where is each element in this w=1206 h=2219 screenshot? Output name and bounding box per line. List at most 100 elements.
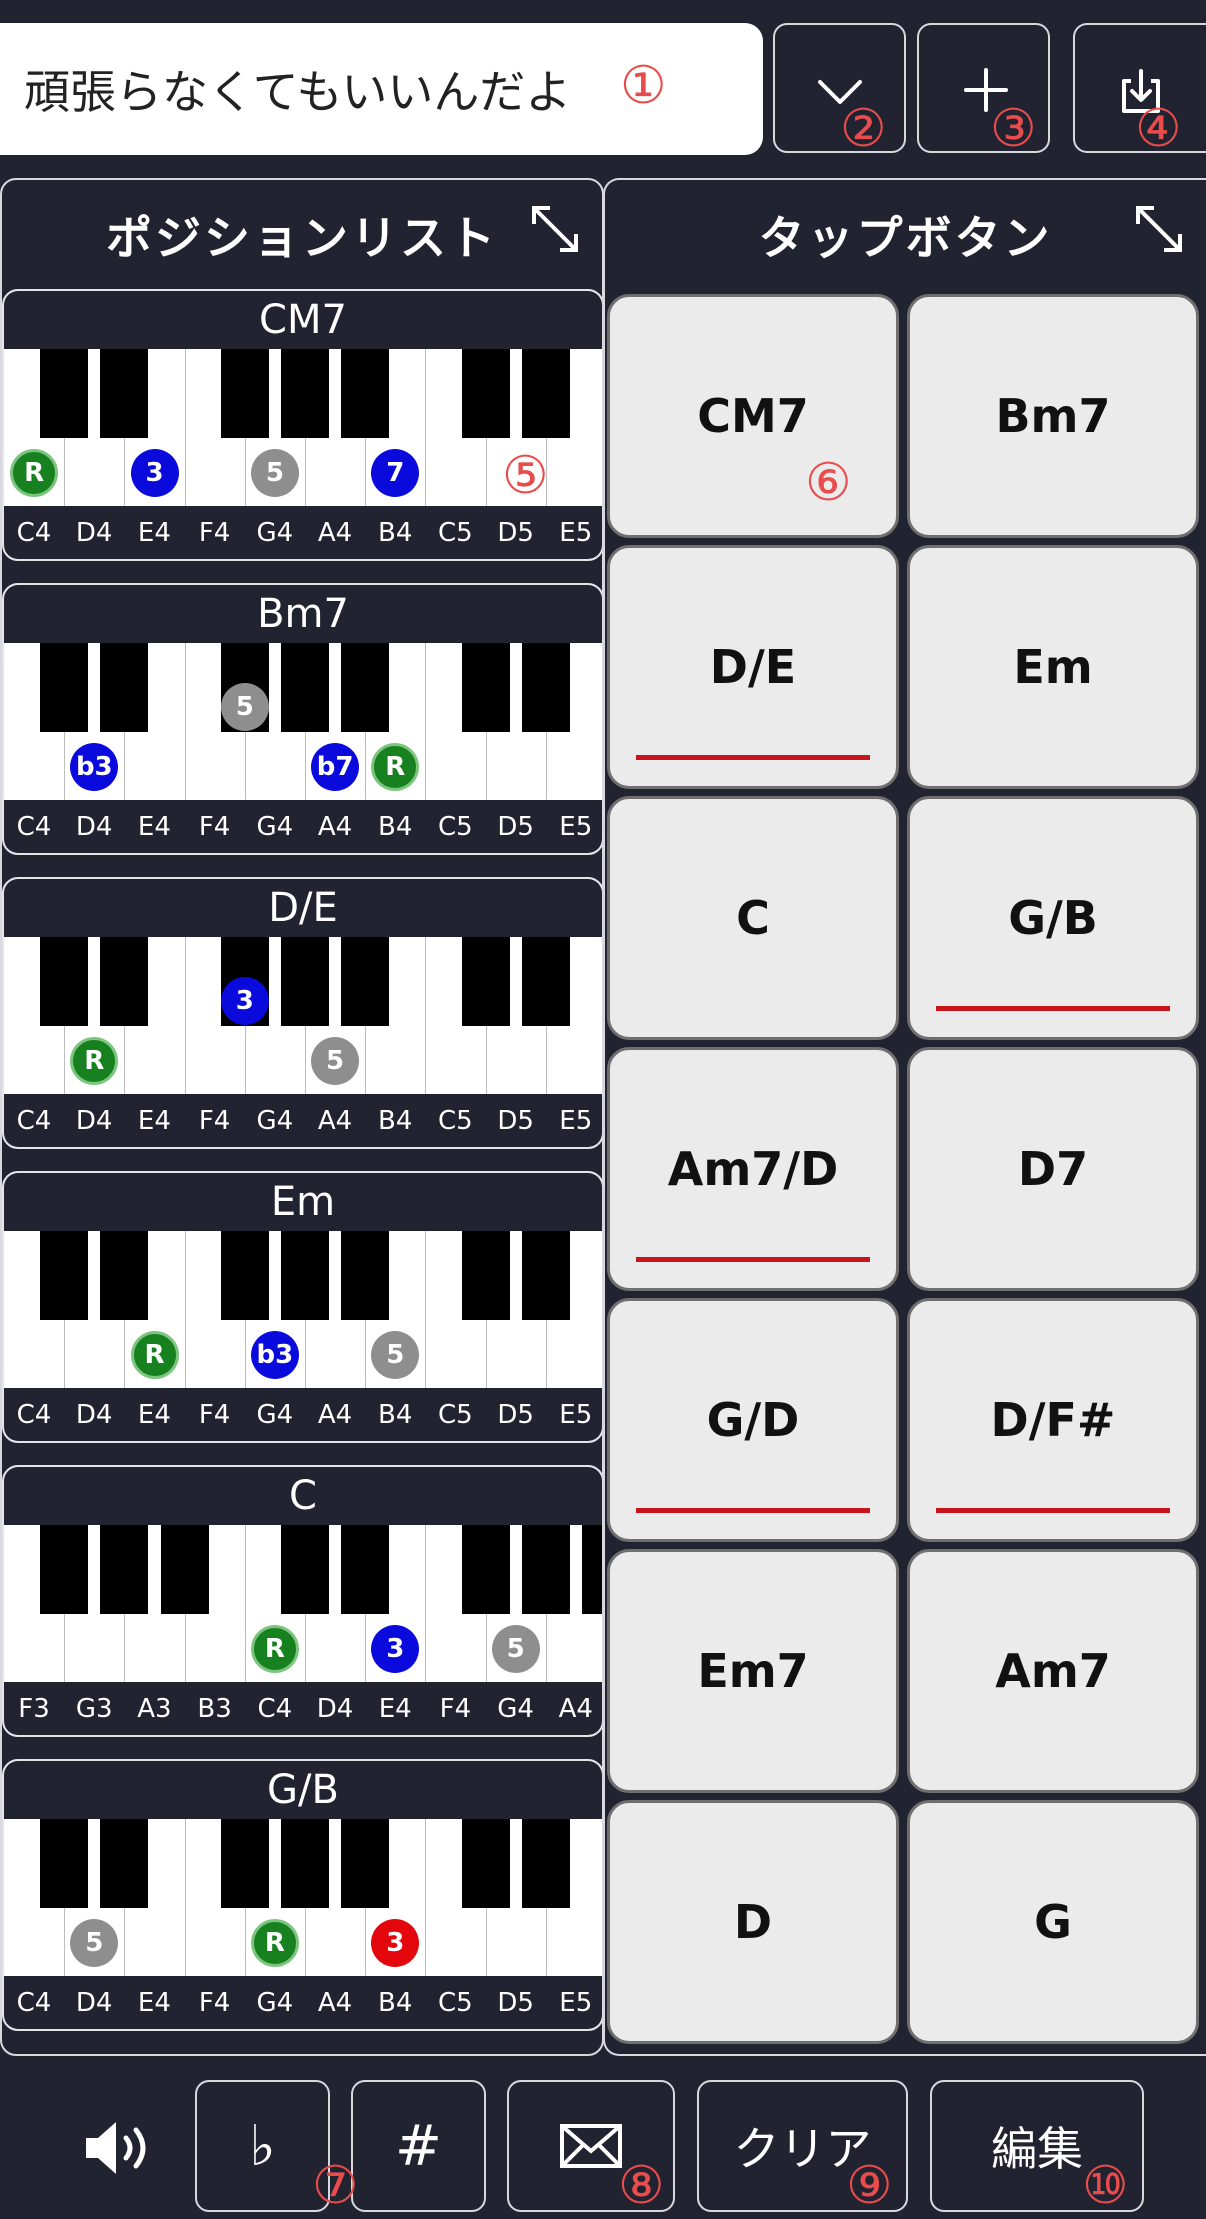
tap-button[interactable]: G	[907, 1800, 1199, 2044]
edit-button[interactable]: 編集	[930, 2080, 1144, 2212]
black-key	[341, 349, 390, 438]
note-label: B4	[377, 1400, 413, 1430]
note-label: F4	[198, 1106, 231, 1136]
white-key-divider	[425, 937, 427, 1094]
expand-arrows-icon[interactable]	[1132, 202, 1186, 256]
note-label: A4	[317, 812, 353, 842]
note-label: C4	[16, 1988, 52, 2018]
white-key-divider	[425, 349, 427, 506]
black-key	[341, 937, 390, 1026]
black-key	[100, 1525, 149, 1614]
piano-keyboard: R 3 5 7	[4, 349, 602, 506]
note-label: D4	[75, 1106, 113, 1136]
chord-card[interactable]: D/E R 3 5 C4 D4 E4 F4 G4 A4 B4 C5 D5 E5	[2, 877, 602, 1149]
tap-button[interactable]: Am7/D	[607, 1047, 899, 1291]
save-download-icon	[1122, 69, 1160, 113]
black-key	[521, 349, 570, 438]
note-label-row: C4 D4 E4 F4 G4 A4 B4 C5 D5 E5	[4, 506, 602, 559]
song-title-text: 頑張らなくてもいいんだよ	[24, 65, 572, 119]
black-key	[281, 1819, 329, 1908]
white-key-divider	[425, 1525, 427, 1682]
tap-button-label: C	[736, 891, 770, 945]
tap-button[interactable]: D7	[907, 1047, 1199, 1291]
black-key	[40, 937, 89, 1026]
black-key	[521, 643, 570, 732]
tap-button-underline	[636, 755, 870, 760]
speaker-volume-icon[interactable]	[82, 2118, 158, 2178]
note-label: G3	[75, 1694, 113, 1724]
black-key	[220, 1231, 269, 1320]
piano-keyboard: Rb3 5	[4, 1231, 602, 1388]
tap-button[interactable]: D/F#	[907, 1298, 1199, 1542]
tap-button-label: Bm7	[995, 389, 1111, 443]
black-key	[461, 643, 510, 732]
tap-button[interactable]: C	[607, 796, 899, 1040]
note-dot: R	[10, 449, 59, 497]
white-key-divider	[184, 349, 186, 506]
note-dot: R	[70, 1037, 119, 1085]
black-key	[461, 1231, 510, 1320]
dropdown-button[interactable]	[773, 23, 906, 153]
tap-button-label: Am7	[995, 1644, 1111, 1698]
white-key-divider	[184, 1231, 186, 1388]
note-label: A4	[317, 1988, 353, 2018]
chord-card[interactable]: Em Rb3 5 C4 D4 E4 F4 G4 A4 B4 C5 D5 E5	[2, 1171, 602, 1443]
tap-button[interactable]: G/D	[607, 1298, 899, 1542]
black-key	[341, 1525, 390, 1614]
flat-button[interactable]: ♭	[195, 2080, 330, 2212]
mail-button[interactable]	[507, 2080, 675, 2212]
black-key	[521, 1525, 570, 1614]
note-dot: 5	[70, 1919, 119, 1967]
note-label: C4	[16, 1400, 52, 1430]
note-label: B4	[377, 812, 413, 842]
note-label: C5	[438, 1106, 473, 1136]
note-dot: 3	[371, 1625, 420, 1673]
note-label: C5	[438, 1400, 473, 1430]
note-label: E5	[559, 812, 593, 842]
sharp-button[interactable]: #	[351, 2080, 486, 2212]
tap-button-underline	[636, 1508, 870, 1513]
save-button[interactable]	[1073, 23, 1206, 153]
tap-button-label: D	[733, 1895, 773, 1949]
add-button[interactable]	[917, 23, 1050, 153]
chord-card[interactable]: CM7 R 3 5 7 C4 D4 E4 F4 G4 A4 B4 C5 D5 E5	[2, 289, 602, 561]
expand-arrows-icon[interactable]	[528, 202, 582, 256]
note-label: G4	[256, 812, 294, 842]
tap-button[interactable]: D	[607, 1800, 899, 2044]
chord-card[interactable]: Bm7 b3 5 b7 R C4 D4 E4 F4 G4 A4 B4 C5 D5 E5	[2, 583, 602, 855]
note-dot: 3	[371, 1919, 420, 1967]
note-label: G4	[256, 1106, 294, 1136]
tap-button[interactable]: Am7	[907, 1549, 1199, 1793]
note-label: A4	[317, 1400, 353, 1430]
note-label: E4	[137, 1400, 171, 1430]
tap-button[interactable]: Bm7	[907, 294, 1199, 538]
chord-card-title: D/E	[4, 879, 602, 937]
tap-button[interactable]: Em	[907, 545, 1199, 789]
note-label: F4	[198, 518, 231, 548]
black-key	[281, 937, 329, 1026]
note-dot: 5	[371, 1331, 420, 1379]
note-label: C4	[16, 1106, 52, 1136]
black-key	[582, 1525, 602, 1614]
note-label: B4	[377, 518, 413, 548]
tap-button[interactable]: G/B	[907, 796, 1199, 1040]
tap-button[interactable]: CM7	[607, 294, 899, 538]
tap-button-label: G/D	[706, 1393, 800, 1447]
note-label: E5	[559, 1400, 593, 1430]
chord-card[interactable]: C R 3 5 F3 G3 A3 B3 C4 D4 E4 F4 G4 A4	[2, 1465, 602, 1737]
song-title-field[interactable]: 頑張らなくてもいいんだよ	[0, 23, 763, 155]
clear-button[interactable]: クリア	[697, 2080, 908, 2212]
black-key	[461, 349, 510, 438]
tap-button[interactable]: Em7	[607, 1549, 899, 1793]
black-key	[100, 349, 149, 438]
note-label-row: C4 D4 E4 F4 G4 A4 B4 C5 D5 E5	[4, 1388, 602, 1441]
note-dot: 5	[220, 683, 269, 731]
tap-button-label: D/E	[709, 640, 797, 694]
black-key	[461, 1819, 510, 1908]
note-label: A4	[558, 1694, 593, 1724]
tap-button[interactable]: D/E	[607, 545, 899, 789]
black-key	[281, 1525, 329, 1614]
black-key	[281, 349, 329, 438]
chord-card[interactable]: G/B 5 R 3 C4 D4 E4 F4 G4 A4 B4 C5 D5 E5	[2, 1759, 602, 2031]
black-key	[521, 1231, 570, 1320]
